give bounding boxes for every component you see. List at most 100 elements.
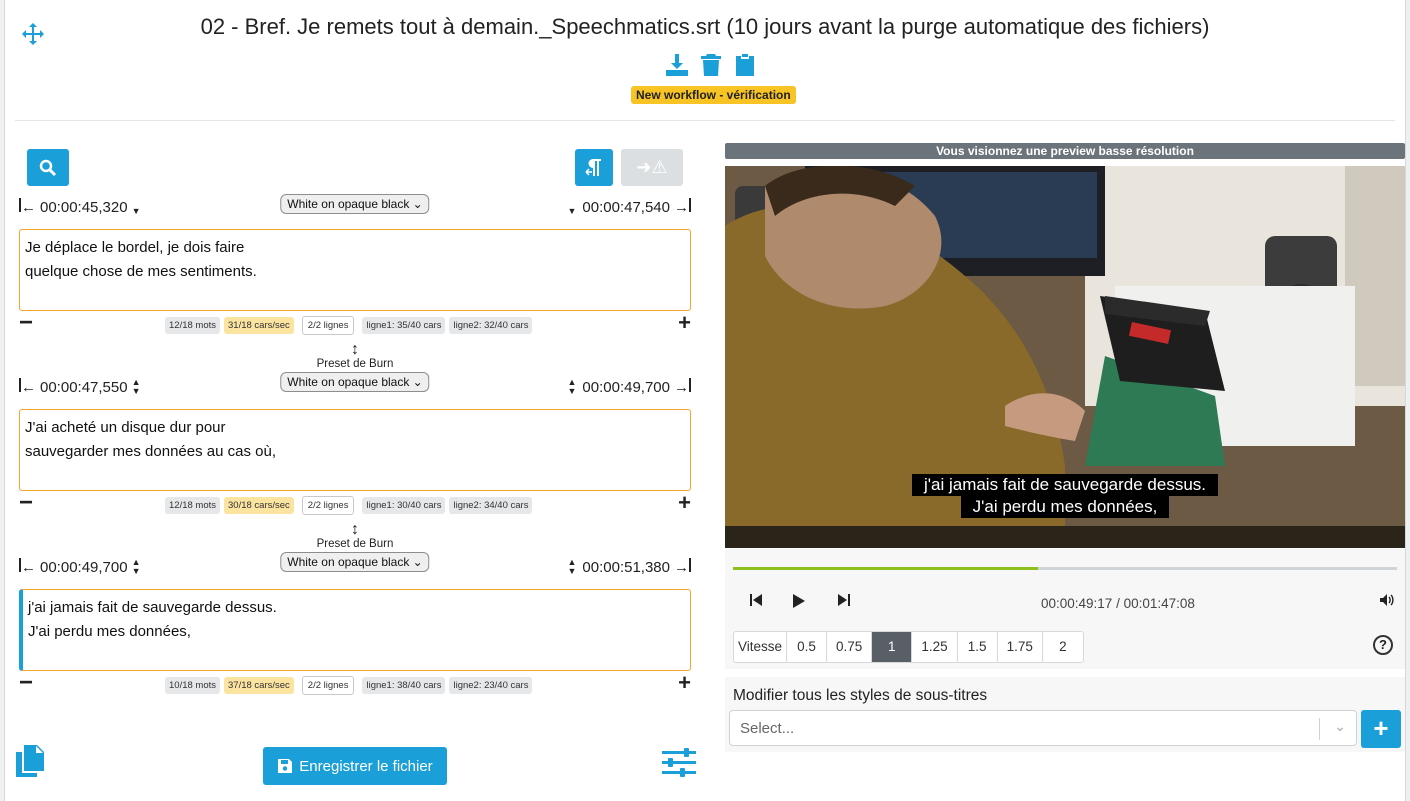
time-display: 00:00:49:17 / 00:01:47:08 bbox=[1041, 596, 1195, 611]
set-start-icon[interactable]: ← bbox=[19, 378, 40, 396]
floppy-icon bbox=[278, 759, 293, 773]
subtitle-block: ← 00:00:45,320 ▼ White on opaque black ⌄… bbox=[19, 192, 691, 359]
cps-badge: 31/18 cars/sec bbox=[224, 317, 294, 334]
end-stepper[interactable]: ▼ bbox=[567, 198, 576, 216]
speed-option[interactable]: 2 bbox=[1043, 632, 1083, 662]
set-start-icon[interactable]: ← bbox=[19, 558, 40, 576]
burned-subtitle: j'ai jamais fait de sauvegarde dessus. J… bbox=[725, 474, 1405, 518]
progress-fill bbox=[733, 567, 1039, 570]
clipboard-icon[interactable] bbox=[733, 52, 757, 78]
trash-icon[interactable] bbox=[699, 52, 723, 78]
cps-badge: 37/18 cars/sec bbox=[224, 677, 294, 694]
preset-wrap: Preset de Burn White on opaque black ⌄ bbox=[280, 538, 430, 572]
merge-handle-icon[interactable]: ↕ bbox=[19, 521, 691, 539]
preset-label: Preset de Burn bbox=[316, 358, 394, 370]
header-divider bbox=[15, 120, 1395, 121]
help-icon[interactable]: ? bbox=[1373, 635, 1393, 655]
line1-count-badge: ligne1: 30/40 cars bbox=[362, 497, 446, 514]
start-stepper[interactable]: ▼ bbox=[132, 198, 141, 216]
speed-option[interactable]: 1.25 bbox=[912, 632, 958, 662]
word-count-badge: 12/18 mots bbox=[165, 317, 220, 334]
line-count-badge: 2/2 lignes bbox=[301, 316, 355, 335]
add-style-button[interactable]: + bbox=[1361, 710, 1401, 748]
remove-subtitle-button[interactable]: − bbox=[19, 671, 33, 695]
line1-count-badge: ligne1: 38/40 cars bbox=[362, 677, 446, 694]
preview-notice: Vous visionnez une preview basse résolut… bbox=[725, 143, 1405, 159]
speed-option[interactable]: 0.5 bbox=[787, 632, 828, 662]
speed-label: Vitesse bbox=[734, 632, 788, 662]
subtitle-block: ← 00:00:49,700 ▲ ▼ Preset de Burn White o… bbox=[19, 538, 691, 701]
word-count-badge: 10/18 mots bbox=[165, 677, 220, 694]
preset-select[interactable]: White on opaque black ⌄ bbox=[280, 372, 430, 392]
cps-badge: 30/18 cars/sec bbox=[224, 497, 294, 514]
preset-wrap: White on opaque black ⌄ bbox=[280, 194, 430, 214]
end-time[interactable]: ▲ ▼ 00:00:51,380 → bbox=[567, 558, 691, 576]
paragraph-icon bbox=[585, 158, 601, 176]
style-panel: Modifier tous les styles de sous-titres … bbox=[725, 677, 1405, 752]
chevron-down-icon[interactable]: ⌄ bbox=[1334, 718, 1346, 735]
add-subtitle-button[interactable]: + bbox=[678, 492, 691, 514]
workflow-badge: New workflow - vérification bbox=[631, 86, 796, 104]
start-stepper[interactable]: ▲ ▼ bbox=[132, 378, 141, 396]
page-title: 02 - Bref. Je remets tout à demain._Spee… bbox=[200, 14, 1210, 39]
add-subtitle-button[interactable]: + bbox=[678, 312, 691, 334]
start-time[interactable]: ← 00:00:49,700 ▲ ▼ bbox=[19, 558, 141, 576]
start-time[interactable]: ← 00:00:45,320 ▼ bbox=[19, 198, 141, 216]
line2-count-badge: ligne2: 34/40 cars bbox=[449, 497, 533, 514]
preset-label: Preset de Burn bbox=[316, 538, 394, 550]
speed-option[interactable]: 1 bbox=[872, 632, 913, 662]
volume-icon[interactable] bbox=[1379, 593, 1395, 612]
video-frame[interactable]: j'ai jamais fait de sauvegarde dessus. J… bbox=[725, 166, 1405, 548]
line2-count-badge: ligne2: 23/40 cars bbox=[449, 677, 533, 694]
progress-bar[interactable] bbox=[733, 567, 1397, 570]
next-icon[interactable] bbox=[837, 593, 851, 612]
style-select[interactable]: Select... ⌄ bbox=[729, 710, 1357, 746]
next-warning-button[interactable]: ➜⚠ bbox=[621, 149, 683, 186]
speed-selector: Vitesse 0.5 0.75 1 1.25 1.5 1.75 2 bbox=[733, 631, 1084, 663]
player-controls: 00:00:49:17 / 00:01:47:08 Vitesse 0.5 0.… bbox=[725, 549, 1405, 669]
set-end-icon[interactable]: → bbox=[674, 198, 691, 216]
start-time[interactable]: ← 00:00:47,550 ▲ ▼ bbox=[19, 378, 141, 396]
preset-select[interactable]: White on opaque black ⌄ bbox=[280, 194, 430, 214]
set-end-icon[interactable]: → bbox=[674, 558, 691, 576]
merge-handle-icon[interactable]: ↕ bbox=[19, 341, 691, 359]
preset-select[interactable]: White on opaque black ⌄ bbox=[280, 552, 430, 572]
search-icon bbox=[39, 159, 57, 176]
line-count-badge: 2/2 lignes bbox=[301, 496, 355, 515]
word-count-badge: 12/18 mots bbox=[165, 497, 220, 514]
subtitle-stats: 12/18 mots 31/18 cars/sec 2/2 lignes lig… bbox=[165, 316, 533, 335]
line1-count-badge: ligne1: 35/40 cars bbox=[362, 317, 446, 334]
end-time[interactable]: ▲ ▼ 00:00:49,700 → bbox=[567, 378, 691, 396]
play-icon[interactable] bbox=[791, 593, 807, 614]
set-start-icon[interactable]: ← bbox=[19, 198, 40, 216]
add-subtitle-button[interactable]: + bbox=[678, 672, 691, 694]
speed-option[interactable]: 1.5 bbox=[958, 632, 998, 662]
copy-icon[interactable] bbox=[15, 744, 45, 783]
subtitle-stats: 10/18 mots 37/18 cars/sec 2/2 lignes lig… bbox=[165, 676, 533, 695]
end-stepper[interactable]: ▲ ▼ bbox=[567, 558, 576, 576]
start-stepper[interactable]: ▲ ▼ bbox=[132, 558, 141, 576]
save-file-button[interactable]: Enregistrer le fichier bbox=[263, 747, 447, 785]
speed-option[interactable]: 0.75 bbox=[827, 632, 873, 662]
speed-option[interactable]: 1.75 bbox=[998, 632, 1043, 662]
style-panel-label: Modifier tous les styles de sous-titres bbox=[733, 687, 988, 704]
set-end-icon[interactable]: → bbox=[674, 378, 691, 396]
end-time[interactable]: ▼ 00:00:47,540 → bbox=[567, 198, 691, 216]
end-stepper[interactable]: ▲ ▼ bbox=[567, 378, 576, 396]
subtitle-text-editor[interactable]: J'ai acheté un disque dur pour sauvegard… bbox=[19, 409, 691, 491]
search-button[interactable] bbox=[27, 149, 69, 186]
paragraph-button[interactable] bbox=[575, 149, 613, 186]
subtitle-text-editor[interactable]: Je déplace le bordel, je dois faire quel… bbox=[19, 229, 691, 311]
line2-count-badge: ligne2: 32/40 cars bbox=[449, 317, 533, 334]
previous-icon[interactable] bbox=[749, 593, 763, 612]
preset-wrap: Preset de Burn White on opaque black ⌄ bbox=[280, 358, 430, 392]
header-actions bbox=[665, 52, 757, 78]
download-icon[interactable] bbox=[665, 52, 689, 78]
subtitle-block: ← 00:00:47,550 ▲ ▼ Preset de Burn White o… bbox=[19, 358, 691, 539]
subtitle-stats: 12/18 mots 30/18 cars/sec 2/2 lignes lig… bbox=[165, 496, 533, 515]
remove-subtitle-button[interactable]: − bbox=[19, 491, 33, 515]
sliders-icon[interactable] bbox=[662, 748, 696, 783]
remove-subtitle-button[interactable]: − bbox=[19, 311, 33, 335]
subtitle-text-editor[interactable]: j'ai jamais fait de sauvegarde dessus. J… bbox=[19, 589, 691, 671]
line-count-badge: 2/2 lignes bbox=[301, 676, 355, 695]
